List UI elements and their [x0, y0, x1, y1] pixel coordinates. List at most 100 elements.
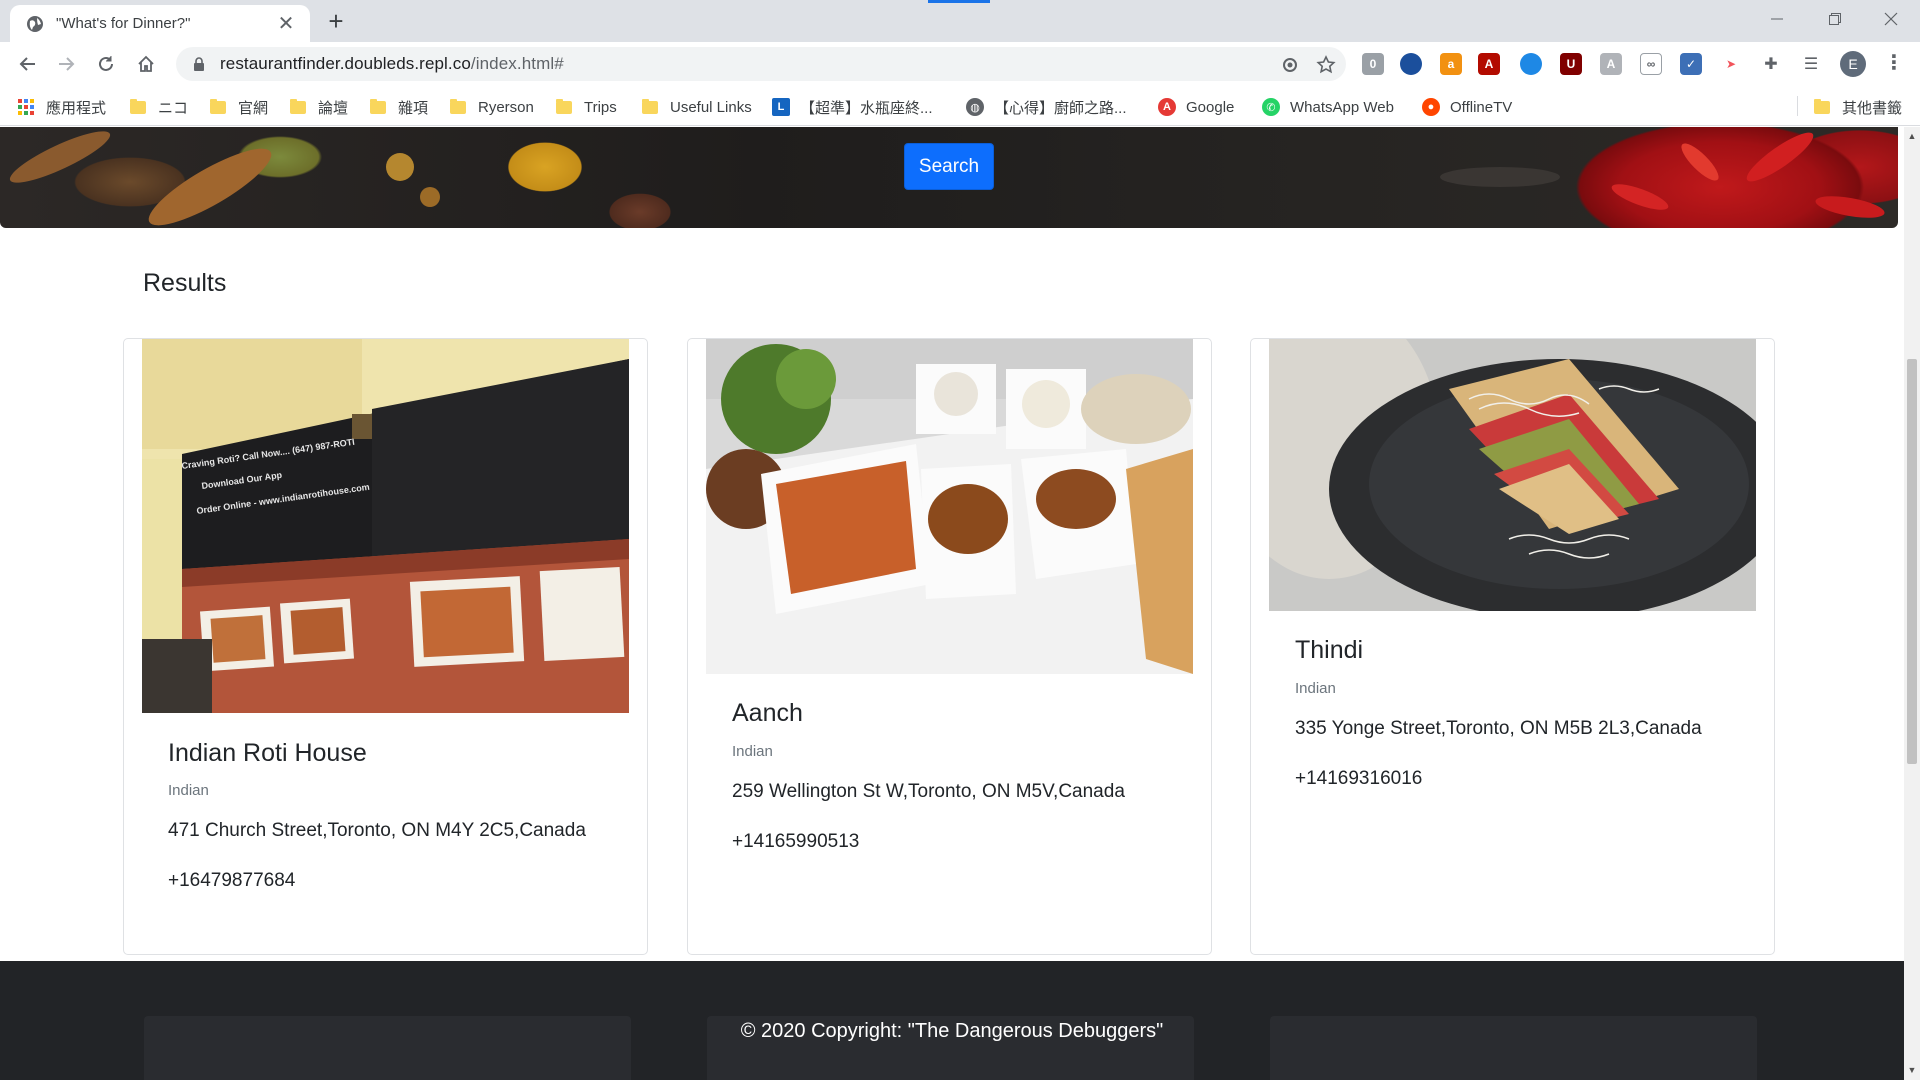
extension-counter-icon[interactable]: 0 — [1362, 53, 1384, 75]
reload-icon — [99, 56, 113, 71]
folder-icon — [290, 98, 306, 114]
new-tab-button[interactable]: + — [322, 8, 350, 36]
tab-strip: "What's for Dinner?" ✕ + — [0, 0, 1920, 42]
folder-icon — [450, 98, 466, 114]
reading-list-icon[interactable]: ☰ — [1800, 53, 1822, 75]
extension-arrow-icon[interactable]: ➤ — [1720, 53, 1742, 75]
restaurant-name: Indian Roti House — [168, 739, 367, 767]
bookmark-label: 雜項 — [398, 99, 429, 117]
extension-bag-icon[interactable]: a — [1440, 53, 1462, 75]
search-button[interactable]: Search — [904, 143, 994, 190]
bookmark-apps[interactable]: 應用程式 — [18, 96, 106, 118]
extension-globe-icon[interactable] — [1400, 53, 1422, 75]
bookmark-label: 【心得】廚師之路... — [994, 99, 1127, 117]
bookmark-whatsapp[interactable]: ✆ WhatsApp Web — [1262, 96, 1394, 118]
bookmark-label: Ryerson — [478, 98, 534, 116]
bookmark-label: 應用程式 — [46, 99, 107, 117]
folder-icon — [130, 98, 146, 114]
home-icon — [138, 55, 154, 72]
bookmark-folder-forum[interactable]: 論壇 — [290, 96, 348, 118]
restaurant-phone: +14165990513 — [732, 831, 860, 852]
tab-title: "What's for Dinner?" — [56, 15, 191, 32]
scroll-down-icon[interactable]: ▼ — [1907, 1065, 1917, 1075]
page-viewport: Search Results Craving Roti? Call Now...… — [0, 127, 1904, 1080]
hero-banner: Search — [0, 127, 1898, 228]
page-footer: © 2020 Copyright: "The Dangerous Debugge… — [0, 961, 1904, 1080]
restaurant-cuisine: Indian — [1295, 680, 1336, 697]
folder-icon — [1814, 98, 1830, 114]
ublock-icon[interactable]: U — [1560, 53, 1582, 75]
bookmark-label: 論壇 — [318, 99, 349, 117]
restore-icon — [1829, 13, 1841, 25]
profile-avatar[interactable]: E — [1840, 51, 1866, 77]
minimize-button[interactable] — [1748, 0, 1806, 38]
acrobat-icon[interactable]: A — [1478, 53, 1500, 75]
back-button[interactable] — [14, 50, 42, 78]
restaurant-phone: +14169316016 — [1295, 768, 1423, 789]
bookmark-other[interactable]: 其他書籤 — [1814, 96, 1902, 118]
reload-button[interactable] — [92, 50, 120, 78]
bookmark-aquarius[interactable]: L 【超準】水瓶座終... — [772, 96, 933, 118]
address-bar[interactable]: restaurantfinder.doubleds.repl.co/index.… — [176, 47, 1346, 81]
forward-button[interactable] — [52, 50, 80, 78]
apps-grid-icon — [18, 99, 34, 115]
minimize-icon — [1771, 18, 1783, 20]
extensions-puzzle-icon[interactable]: ✚ — [1760, 53, 1782, 75]
restaurant-card[interactable]: Aanch Indian 259 Wellington St W,Toronto… — [687, 338, 1212, 955]
close-icon — [1884, 12, 1898, 26]
location-target-icon[interactable] — [1280, 55, 1300, 75]
extension-link-icon[interactable]: ∞ — [1640, 53, 1662, 75]
url-host: restaurantfinder.doubleds.repl.co — [220, 54, 471, 73]
restaurant-phone: +16479877684 — [168, 870, 296, 891]
extension-shield-icon[interactable]: ✓ — [1680, 53, 1702, 75]
bookmark-label: Useful Links — [670, 98, 752, 116]
restaurant-image — [1269, 339, 1756, 611]
arrow-right-icon — [59, 57, 75, 71]
browser-menu-icon[interactable]: ⋮ — [1884, 52, 1904, 76]
reddit-icon: ● — [1422, 98, 1440, 116]
browser-toolbar: restaurantfinder.doubleds.repl.co/index.… — [0, 42, 1920, 86]
close-window-button[interactable] — [1862, 0, 1920, 38]
scroll-up-icon[interactable]: ▲ — [1907, 131, 1917, 141]
scrollbar-thumb[interactable] — [1907, 359, 1917, 764]
folder-icon — [556, 98, 572, 114]
restaurant-image: Craving Roti? Call Now.... (647) 987-ROT… — [142, 339, 629, 713]
bookmark-folder-niko[interactable]: ニコ — [130, 96, 188, 118]
restaurant-cuisine: Indian — [732, 743, 773, 760]
bookmarks-bar: 應用程式 ニコ 官網 論壇 雜項 Ryerson Trips Useful Li… — [0, 86, 1920, 126]
thali-platter-photo — [706, 339, 1193, 674]
l-logo-icon: L — [772, 98, 790, 116]
bookmark-label: Trips — [584, 98, 617, 116]
bookmark-google[interactable]: A Google — [1158, 96, 1234, 118]
bookmark-folder-ryerson[interactable]: Ryerson — [450, 96, 534, 118]
bookmark-folder-useful-links[interactable]: Useful Links — [642, 96, 752, 118]
restore-button[interactable] — [1806, 0, 1864, 38]
bookmark-chef[interactable]: ◍ 【心得】廚師之路... — [966, 96, 1127, 118]
bookmark-offlinetv[interactable]: ● OfflineTV — [1422, 96, 1512, 118]
restaurant-address: 335 Yonge Street,Toronto, ON M5B 2L3,Can… — [1295, 718, 1702, 739]
bookmarks-divider — [1797, 96, 1798, 116]
restaurant-counter-photo: Craving Roti? Call Now.... (647) 987-ROT… — [142, 339, 629, 713]
bookmark-folder-trips[interactable]: Trips — [556, 96, 617, 118]
folder-icon — [642, 98, 658, 114]
bookmark-folder-misc[interactable]: 雜項 — [370, 96, 428, 118]
page-scrollbar[interactable]: ▲ ▼ — [1904, 127, 1920, 1080]
restaurant-card[interactable]: Craving Roti? Call Now.... (647) 987-ROT… — [123, 338, 648, 955]
folder-icon — [210, 98, 226, 114]
restaurant-cuisine: Indian — [168, 782, 209, 799]
bookmark-label: Google — [1186, 98, 1235, 116]
google-icon: A — [1158, 98, 1176, 116]
bookmark-label: OfflineTV — [1450, 98, 1513, 116]
tab-close-icon[interactable]: ✕ — [276, 14, 296, 34]
restaurant-card[interactable]: Thindi Indian 335 Yonge Street,Toronto, … — [1250, 338, 1775, 955]
bookmark-folder-official[interactable]: 官網 — [210, 96, 268, 118]
home-button[interactable] — [132, 50, 160, 78]
browser-tab[interactable]: "What's for Dinner?" ✕ — [10, 5, 310, 42]
bookmark-label: ニコ — [158, 99, 189, 117]
bookmark-label: 官網 — [238, 99, 269, 117]
bookmark-star-icon[interactable] — [1316, 55, 1336, 75]
restaurant-address: 471 Church Street,Toronto, ON M4Y 2C5,Ca… — [168, 820, 586, 841]
extension-planet-icon[interactable] — [1520, 53, 1542, 75]
extension-gray-icon[interactable]: A — [1600, 53, 1622, 75]
arrow-left-icon — [19, 57, 35, 71]
